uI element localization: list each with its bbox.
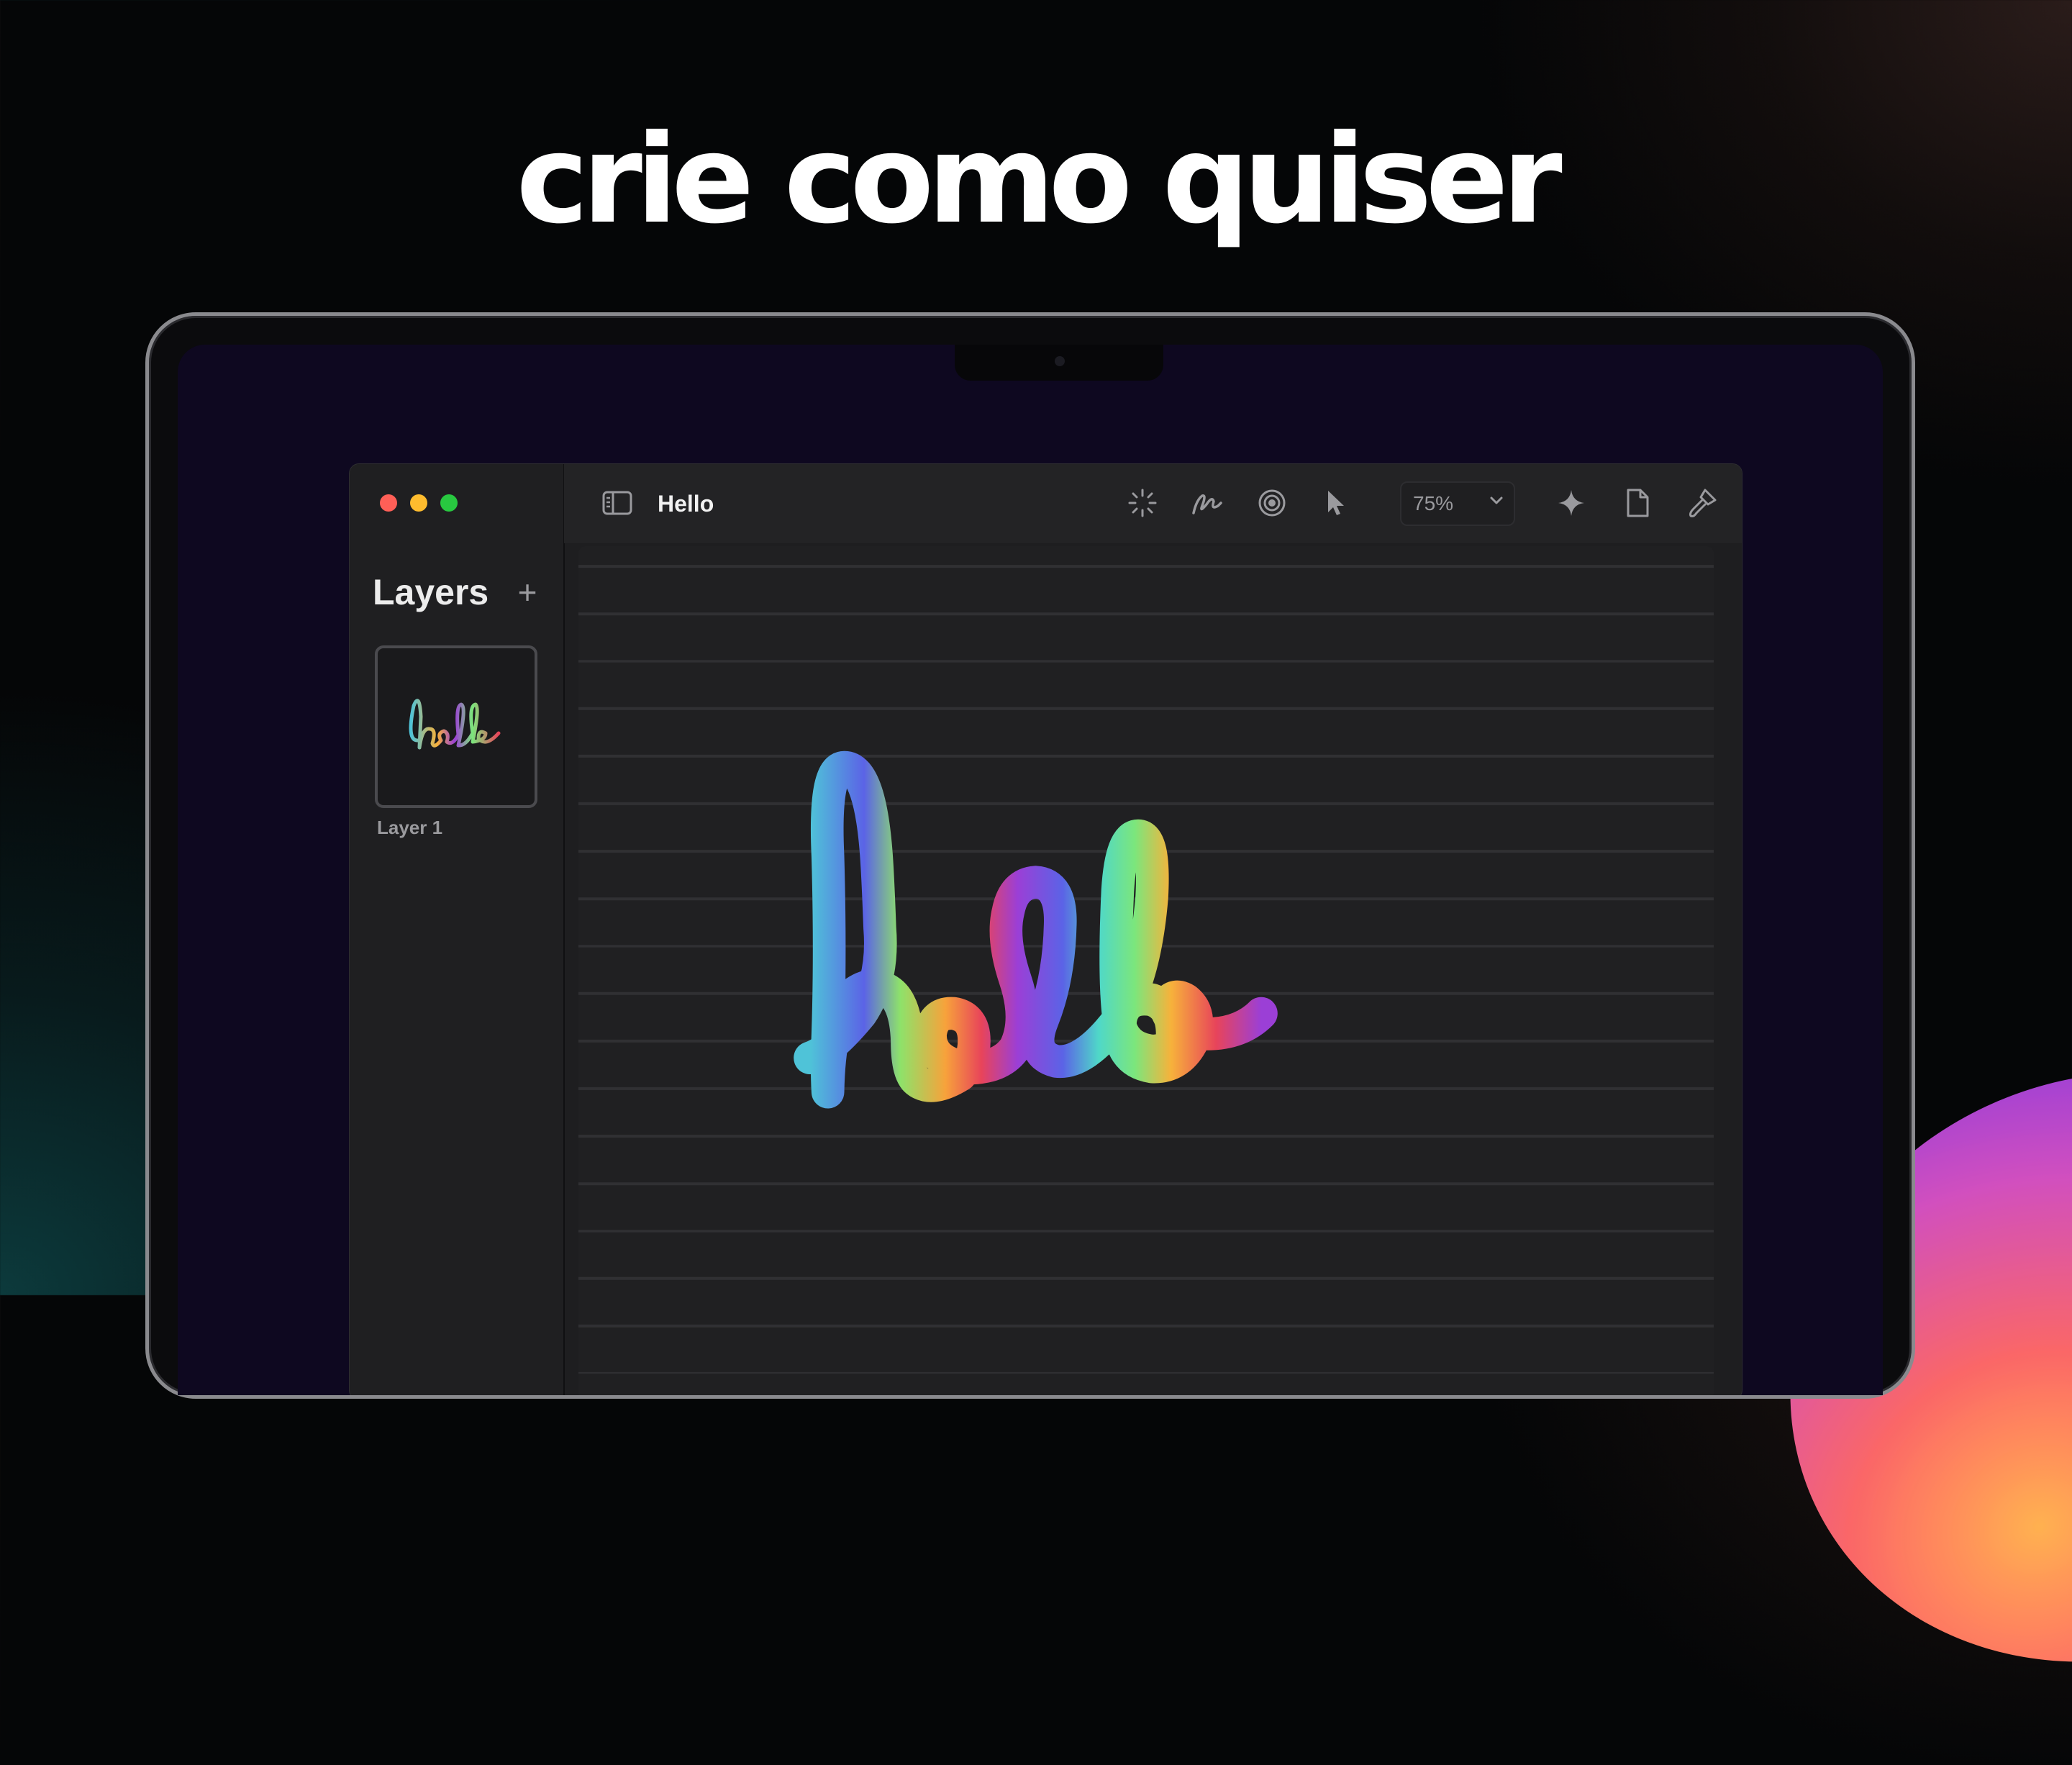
app-window: Layers + Layer 1 Hello 75% bbox=[349, 463, 1742, 1395]
sidebar-toggle-icon[interactable] bbox=[599, 484, 636, 522]
close-window-button[interactable] bbox=[380, 494, 397, 512]
brush-icon[interactable] bbox=[1684, 484, 1721, 522]
camera-icon bbox=[1055, 356, 1065, 366]
sparkle-burst-icon[interactable] bbox=[1124, 484, 1161, 522]
camera-notch bbox=[955, 345, 1163, 381]
pen-scribble-icon[interactable] bbox=[1189, 484, 1226, 522]
zoom-select[interactable]: 75% bbox=[1400, 481, 1515, 526]
minimize-window-button[interactable] bbox=[410, 494, 427, 512]
document-icon[interactable] bbox=[1619, 484, 1656, 522]
document-title: Hello bbox=[658, 491, 714, 517]
laptop-frame: Layers + Layer 1 Hello 75% bbox=[145, 312, 1915, 1399]
chevron-down-icon bbox=[1489, 496, 1504, 506]
layer-thumbnail[interactable] bbox=[375, 645, 537, 808]
laptop-screen: Layers + Layer 1 Hello 75% bbox=[178, 345, 1883, 1395]
layer-label: Layer 1 bbox=[377, 817, 443, 838]
headline: crie como quiser bbox=[516, 109, 1562, 251]
layers-title: Layers bbox=[373, 572, 489, 612]
layers-sidebar: Layers + Layer 1 bbox=[350, 464, 565, 1395]
hello-thumbnail-drawing bbox=[409, 699, 501, 750]
plus-icon[interactable]: + bbox=[512, 572, 543, 612]
target-icon[interactable] bbox=[1253, 484, 1291, 522]
drawing-canvas[interactable] bbox=[578, 546, 1714, 1395]
zoom-value: 75% bbox=[1413, 492, 1454, 514]
hello-drawing bbox=[794, 750, 1278, 1109]
zoom-window-button[interactable] bbox=[440, 494, 458, 512]
sparkle-icon[interactable] bbox=[1553, 484, 1590, 522]
toolbar: Hello 75% bbox=[564, 464, 1742, 543]
pointer-icon[interactable] bbox=[1317, 484, 1354, 522]
